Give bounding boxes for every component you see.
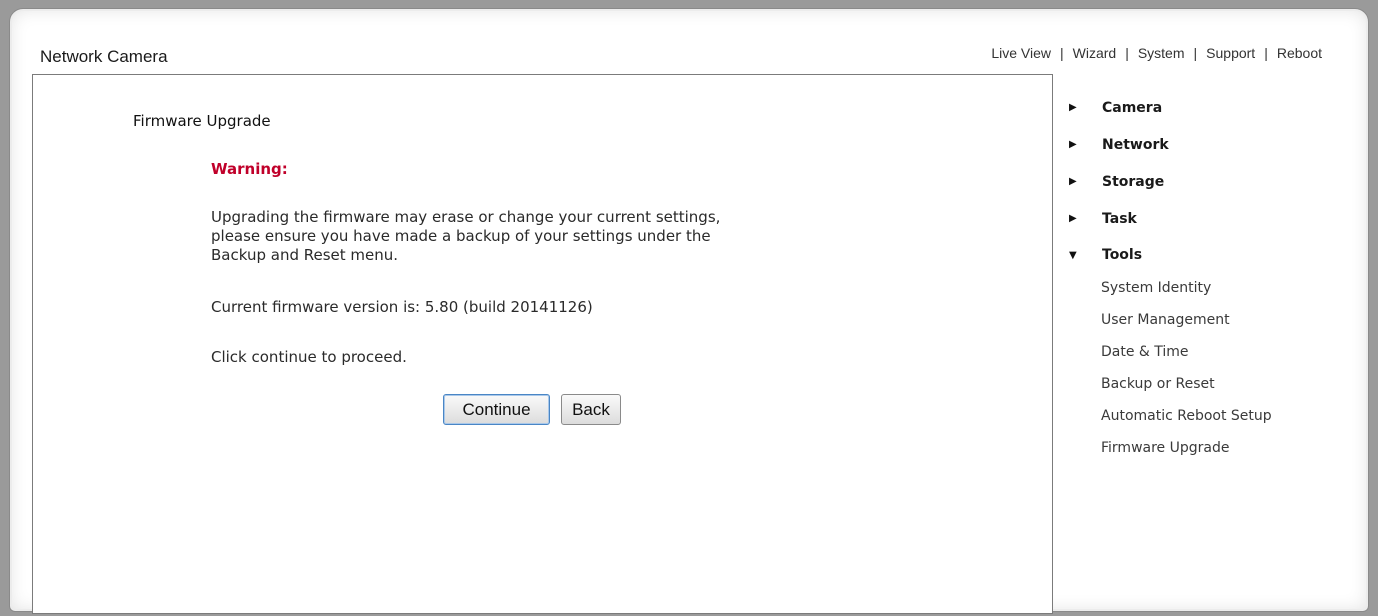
submenu-item-user-management[interactable]: User Management bbox=[1068, 304, 1358, 336]
nav-system[interactable]: System bbox=[1138, 45, 1185, 61]
caret-right-icon: ▶ bbox=[1069, 213, 1077, 224]
nav-live-view[interactable]: Live View bbox=[991, 45, 1051, 61]
nav-separator: | bbox=[1059, 45, 1064, 61]
proceed-instruction: Click continue to proceed. bbox=[211, 348, 407, 366]
sidebar-menu: ▶ Camera ▶ Network ▶ Storage ▶ Task ▼ To… bbox=[1068, 89, 1358, 464]
warning-heading: Warning: bbox=[211, 160, 288, 178]
warning-message: Upgrading the firmware may erase or chan… bbox=[211, 208, 721, 264]
continue-button[interactable]: Continue bbox=[443, 394, 550, 425]
sidebar-item-camera[interactable]: ▶ Camera bbox=[1068, 89, 1358, 126]
sidebar-item-label: Camera bbox=[1102, 99, 1163, 116]
nav-separator: | bbox=[1193, 45, 1198, 61]
sidebar-item-label: Storage bbox=[1102, 173, 1165, 190]
caret-right-icon: ▶ bbox=[1069, 139, 1077, 150]
top-navigation: Live View | Wizard | System | Support | … bbox=[991, 45, 1322, 61]
nav-reboot[interactable]: Reboot bbox=[1277, 45, 1322, 61]
nav-support[interactable]: Support bbox=[1206, 45, 1255, 61]
caret-right-icon: ▶ bbox=[1069, 176, 1077, 187]
caret-down-icon: ▼ bbox=[1069, 249, 1077, 261]
app-title: Network Camera bbox=[40, 47, 168, 66]
app-window: Network Camera Live View | Wizard | Syst… bbox=[9, 8, 1369, 614]
page-title: Firmware Upgrade bbox=[133, 112, 271, 130]
content-panel: Firmware Upgrade Warning: Upgrading the … bbox=[32, 74, 1053, 614]
nav-wizard[interactable]: Wizard bbox=[1073, 45, 1117, 61]
tools-submenu: System Identity User Management Date & T… bbox=[1068, 272, 1358, 464]
nav-separator: | bbox=[1264, 45, 1268, 61]
sidebar-item-label: Task bbox=[1102, 210, 1137, 227]
submenu-item-automatic-reboot[interactable]: Automatic Reboot Setup bbox=[1068, 400, 1358, 432]
firmware-version-text: Current firmware version is: 5.80 (build… bbox=[211, 298, 593, 316]
back-button[interactable]: Back bbox=[561, 394, 621, 425]
nav-separator: | bbox=[1125, 45, 1129, 61]
submenu-item-backup-reset[interactable]: Backup or Reset bbox=[1068, 368, 1358, 400]
submenu-item-date-time[interactable]: Date & Time bbox=[1068, 336, 1358, 368]
submenu-item-system-identity[interactable]: System Identity bbox=[1068, 272, 1358, 304]
sidebar-item-label: Tools bbox=[1102, 247, 1143, 263]
sidebar-item-network[interactable]: ▶ Network bbox=[1068, 126, 1358, 163]
submenu-item-firmware-upgrade[interactable]: Firmware Upgrade bbox=[1068, 432, 1358, 464]
caret-right-icon: ▶ bbox=[1069, 102, 1077, 113]
sidebar-item-storage[interactable]: ▶ Storage bbox=[1068, 163, 1358, 200]
sidebar-item-label: Network bbox=[1102, 136, 1169, 153]
sidebar-item-tools[interactable]: ▼ Tools bbox=[1068, 237, 1358, 273]
sidebar-item-task[interactable]: ▶ Task bbox=[1068, 200, 1358, 237]
